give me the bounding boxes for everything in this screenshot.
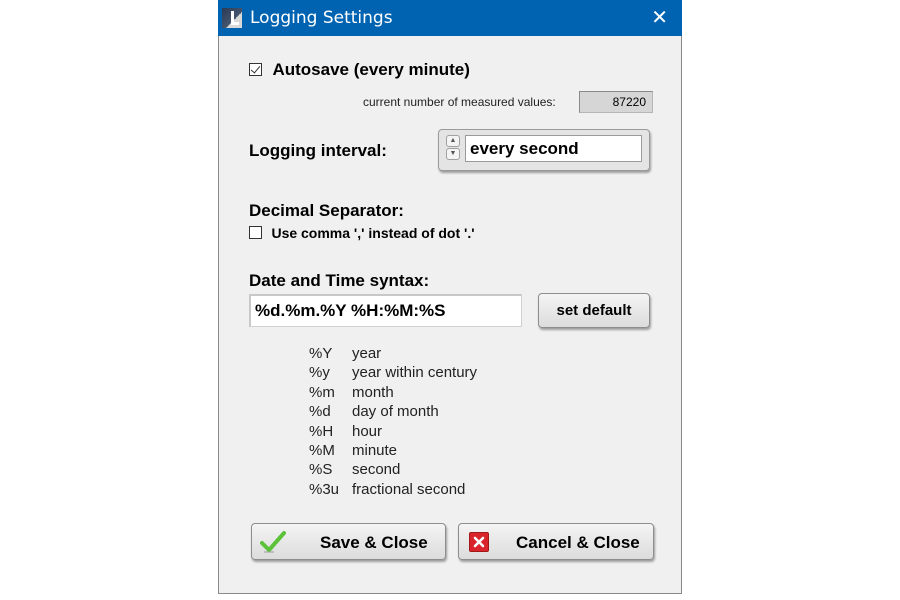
- measured-values-count: 87220: [579, 91, 653, 113]
- legend-row: %S second: [309, 460, 477, 479]
- window-title: Logging Settings: [250, 8, 393, 28]
- date-time-syntax-input[interactable]: %d.%m.%Y %H:%M:%S: [249, 294, 522, 327]
- legend-code: %m: [309, 383, 335, 401]
- save-and-close-label: Save & Close: [320, 533, 428, 552]
- app-logo-icon: [222, 8, 242, 28]
- logging-interval-label: Logging interval:: [249, 141, 387, 160]
- legend-description: minute: [352, 442, 398, 460]
- legend-code: %Y: [309, 345, 333, 362]
- decimal-separator-heading: Decimal Separator:: [249, 201, 404, 220]
- legend-code: %d: [309, 403, 331, 421]
- autosave-label: Autosave (every minute): [272, 60, 470, 79]
- date-time-heading: Date and Time syntax:: [249, 271, 430, 290]
- close-icon[interactable]: ✕: [651, 5, 668, 29]
- spinner-up-button[interactable]: ▲: [446, 135, 460, 147]
- legend-row: %d day of month: [309, 402, 477, 421]
- title-bar: Logging Settings ✕: [218, 0, 682, 36]
- cancel-x-icon: [469, 532, 489, 552]
- use-comma-checkbox[interactable]: [249, 226, 262, 239]
- legend-code: %H: [309, 422, 334, 440]
- save-and-close-button[interactable]: Save & Close: [251, 523, 446, 560]
- use-comma-label: Use comma ',' instead of dot '.': [271, 225, 475, 241]
- legend-row: %M minute: [309, 441, 477, 460]
- legend-row: %Y year: [309, 344, 477, 363]
- legend-description: day of month: [352, 403, 439, 421]
- logging-interval-spinner: ▲ ▼ every second: [438, 129, 650, 171]
- autosave-checkbox-row[interactable]: Autosave (every minute): [249, 60, 470, 80]
- set-default-button[interactable]: set default: [538, 293, 650, 328]
- legend-description: year: [352, 345, 382, 362]
- legend-row: %y year within century: [309, 363, 477, 382]
- logging-settings-dialog: Logging Settings ✕ Autosave (every minut…: [218, 0, 682, 594]
- spinner-buttons: ▲ ▼: [446, 135, 462, 161]
- cancel-and-close-button[interactable]: Cancel & Close: [458, 523, 654, 560]
- format-legend: %Y year %y year within century %m month %d day …: [309, 344, 477, 499]
- legend-description: month: [352, 383, 394, 401]
- legend-code: %3u: [309, 480, 340, 498]
- logging-interval-value[interactable]: every second: [465, 135, 642, 162]
- cancel-and-close-label: Cancel & Close: [516, 533, 640, 552]
- autosave-checkbox[interactable]: [249, 63, 262, 76]
- legend-code: %S: [309, 461, 333, 479]
- legend-code: %y: [309, 364, 330, 382]
- legend-row: %m month: [309, 383, 477, 402]
- legend-row: %H hour: [309, 422, 477, 441]
- legend-description: fractional second: [352, 480, 466, 498]
- legend-description: second: [352, 461, 401, 479]
- legend-description: year within century: [352, 364, 478, 382]
- legend-code: %M: [309, 442, 335, 460]
- legend-description: hour: [352, 422, 383, 440]
- spinner-down-button[interactable]: ▼: [446, 148, 460, 160]
- legend-row: %3u fractional second: [309, 480, 477, 499]
- checkmark-icon: [260, 531, 286, 553]
- measured-values-label: current number of measured values:: [363, 95, 556, 109]
- use-comma-checkbox-row[interactable]: Use comma ',' instead of dot '.': [249, 225, 475, 243]
